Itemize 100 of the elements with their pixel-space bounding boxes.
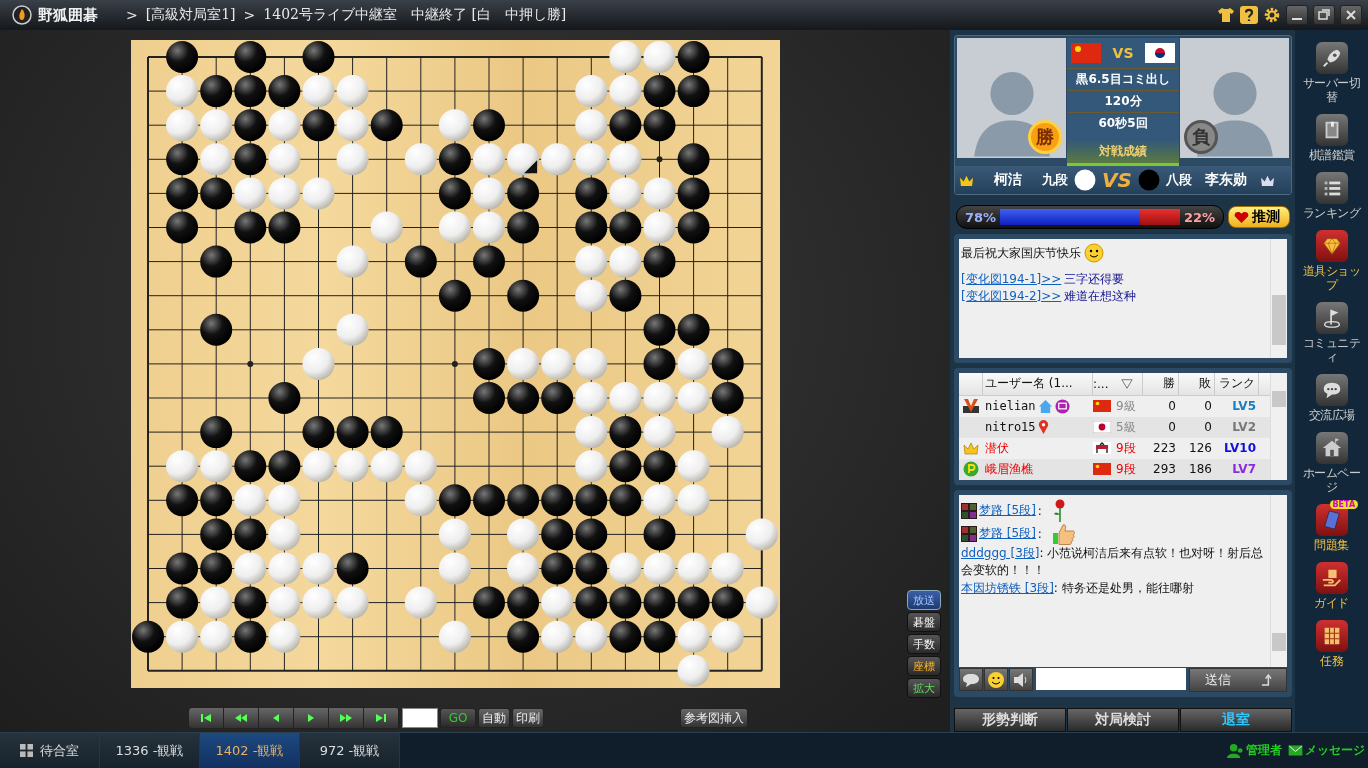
skip-end-icon xyxy=(373,713,389,723)
chat-message: 本因坊锈铁 [3段]: 特务还是处男，能往哪射 xyxy=(961,580,1194,598)
chat-message: 最后祝大家国庆节快乐 xyxy=(961,244,1081,262)
player-rank: 九段 xyxy=(1042,171,1068,189)
user-rank: 9段 xyxy=(1116,460,1136,478)
sidebar-label: 棋譜鑑賞 xyxy=(1308,148,1355,162)
breadcrumb-separator: > xyxy=(243,7,256,23)
minimize-button[interactable] xyxy=(1286,5,1308,25)
board-option-button[interactable]: 放送 xyxy=(907,590,941,610)
auto-play-button[interactable]: 自動 xyxy=(478,708,510,728)
match-record-button[interactable]: 対戦成績 xyxy=(1067,140,1179,166)
breadcrumb-separator: > xyxy=(126,7,138,23)
skip-start-icon xyxy=(198,713,214,723)
action-button[interactable]: 退室 xyxy=(1180,708,1292,732)
room-tab[interactable]: 972 -観戦 xyxy=(300,733,400,768)
user-link[interactable]: dddggg [3段] xyxy=(961,545,1040,560)
match-rule: 黒6.5目コミ出し xyxy=(1067,68,1179,90)
user-row[interactable]: nitro15 5級 0 0 LV2 xyxy=(959,416,1270,438)
user-row[interactable]: nielian 9級 0 0 LV5 xyxy=(959,395,1270,417)
app-title: 野狐囲碁 xyxy=(38,5,98,25)
sidebar-item[interactable]: 棋譜鑑賞 xyxy=(1299,110,1364,162)
board-option-button[interactable]: 手数 xyxy=(907,634,941,654)
breadcrumb-item[interactable]: [高級対局室1] xyxy=(145,6,236,24)
beta-badge: BETA xyxy=(1329,500,1359,509)
user-link[interactable]: 本因坊锈铁 [3段] xyxy=(961,581,1054,596)
predict-button[interactable]: 推測 xyxy=(1228,206,1290,228)
help-button[interactable] xyxy=(1240,6,1258,24)
variation-comment: 难道在想这种 xyxy=(1064,288,1137,305)
user-wins: 293 xyxy=(1152,462,1177,477)
crown-icon xyxy=(959,173,974,187)
go-button[interactable]: GO xyxy=(440,708,476,728)
sidebar-label: 交流広場 xyxy=(1308,408,1355,422)
sidebar-item[interactable]: ガイド xyxy=(1299,558,1364,610)
sidebar-label: サーバー切替 xyxy=(1301,76,1362,104)
sidebar-item[interactable]: 交流広場 xyxy=(1299,370,1364,422)
emoji-button[interactable] xyxy=(984,668,1008,691)
user-rank: 5級 xyxy=(1116,418,1136,436)
vs-label: VS xyxy=(1112,45,1134,61)
sidebar-label: 問題集 xyxy=(1314,538,1349,552)
variation-link[interactable]: [变化図194-1]>> xyxy=(961,271,1062,288)
grid-icon xyxy=(20,744,33,757)
win-rate-left: 78% xyxy=(965,209,997,225)
scrollbar[interactable] xyxy=(1270,494,1287,667)
sidebar-label: ランキング xyxy=(1302,206,1361,220)
player-name: 柯洁 xyxy=(993,171,1023,189)
variation-comment: 三字还得要 xyxy=(1064,271,1125,288)
user-wins: 0 xyxy=(1167,399,1177,414)
board-option-button[interactable]: 碁盤 xyxy=(907,612,941,632)
fox-logo-icon xyxy=(12,5,32,25)
settings-icon[interactable] xyxy=(1263,6,1281,24)
close-button[interactable] xyxy=(1340,5,1362,25)
player-rank: 八段 xyxy=(1165,171,1192,189)
insert-reference-button[interactable]: 参考図挿入 xyxy=(680,708,748,728)
column-header[interactable]: 勝 xyxy=(1143,372,1179,395)
sidebar-item[interactable]: ランキング xyxy=(1299,168,1364,220)
column-header[interactable]: :... xyxy=(1093,372,1143,395)
speech-bubble-button[interactable] xyxy=(959,668,983,691)
user-losses: 126 xyxy=(1188,441,1213,456)
sidebar-item[interactable]: 道具ショップ xyxy=(1299,226,1364,292)
star-point xyxy=(451,360,458,367)
chat-input-field[interactable] xyxy=(1036,668,1186,690)
user-name: nielian xyxy=(985,399,1036,414)
shirt-icon[interactable] xyxy=(1217,6,1235,24)
column-header[interactable]: ランク xyxy=(1215,372,1259,395)
speaker-button[interactable] xyxy=(1009,668,1033,691)
win-rate-right: 22% xyxy=(1183,209,1215,225)
sidebar-item[interactable]: ホームページ xyxy=(1299,428,1364,494)
board-option-button[interactable]: 座標 xyxy=(907,656,941,676)
user-row[interactable]: 潜伏 9段 223 126 LV10 xyxy=(959,437,1270,459)
scrollbar[interactable] xyxy=(1270,239,1287,358)
user-losses: 0 xyxy=(1203,399,1213,414)
scrollbar[interactable] xyxy=(1270,372,1287,480)
user-name: nitro15 xyxy=(985,420,1036,435)
sidebar-item[interactable]: サーバー切替 xyxy=(1299,38,1364,104)
send-button[interactable]: 送信 xyxy=(1189,668,1287,692)
room-tab[interactable]: 1336 -観戦 xyxy=(100,733,200,768)
variation-link[interactable]: [变化図194-2]>> xyxy=(961,288,1062,305)
action-button[interactable]: 形勢判断 xyxy=(954,708,1066,732)
sidebar-item[interactable]: 任務 xyxy=(1299,616,1364,668)
breadcrumb-item[interactable]: 1402号ライブ中継室 中継終了 [白 中押し勝] xyxy=(263,6,567,24)
room-tab[interactable]: 1402 -観戦 xyxy=(200,733,300,768)
column-header[interactable]: 敗 xyxy=(1179,372,1215,395)
sidebar-item[interactable]: BETA 問題集 xyxy=(1299,500,1364,552)
user-link[interactable]: 梦路 [5段] xyxy=(979,502,1036,520)
star-point xyxy=(656,156,663,163)
speech-bubble-icon xyxy=(962,671,980,688)
action-button[interactable]: 対局検討 xyxy=(1067,708,1179,732)
print-button[interactable]: 印刷 xyxy=(512,708,544,728)
thumbs-up-icon xyxy=(1051,522,1076,545)
restore-button[interactable] xyxy=(1313,5,1335,25)
board-option-button[interactable]: 拡大 xyxy=(907,678,941,698)
go-board[interactable] xyxy=(131,40,780,688)
user-wins: 0 xyxy=(1167,420,1177,435)
user-row[interactable]: 峨眉渔樵 9段 293 186 LV7 xyxy=(959,458,1270,480)
move-number-field[interactable] xyxy=(402,708,438,728)
column-header[interactable]: ユーザー名 (1... xyxy=(983,372,1093,395)
room-tab[interactable]: 待合室 xyxy=(0,733,100,768)
sidebar-item[interactable]: コミュニティ xyxy=(1299,298,1364,364)
user-link[interactable]: 梦路 [5段] xyxy=(979,525,1036,543)
rewind-icon xyxy=(233,713,249,723)
